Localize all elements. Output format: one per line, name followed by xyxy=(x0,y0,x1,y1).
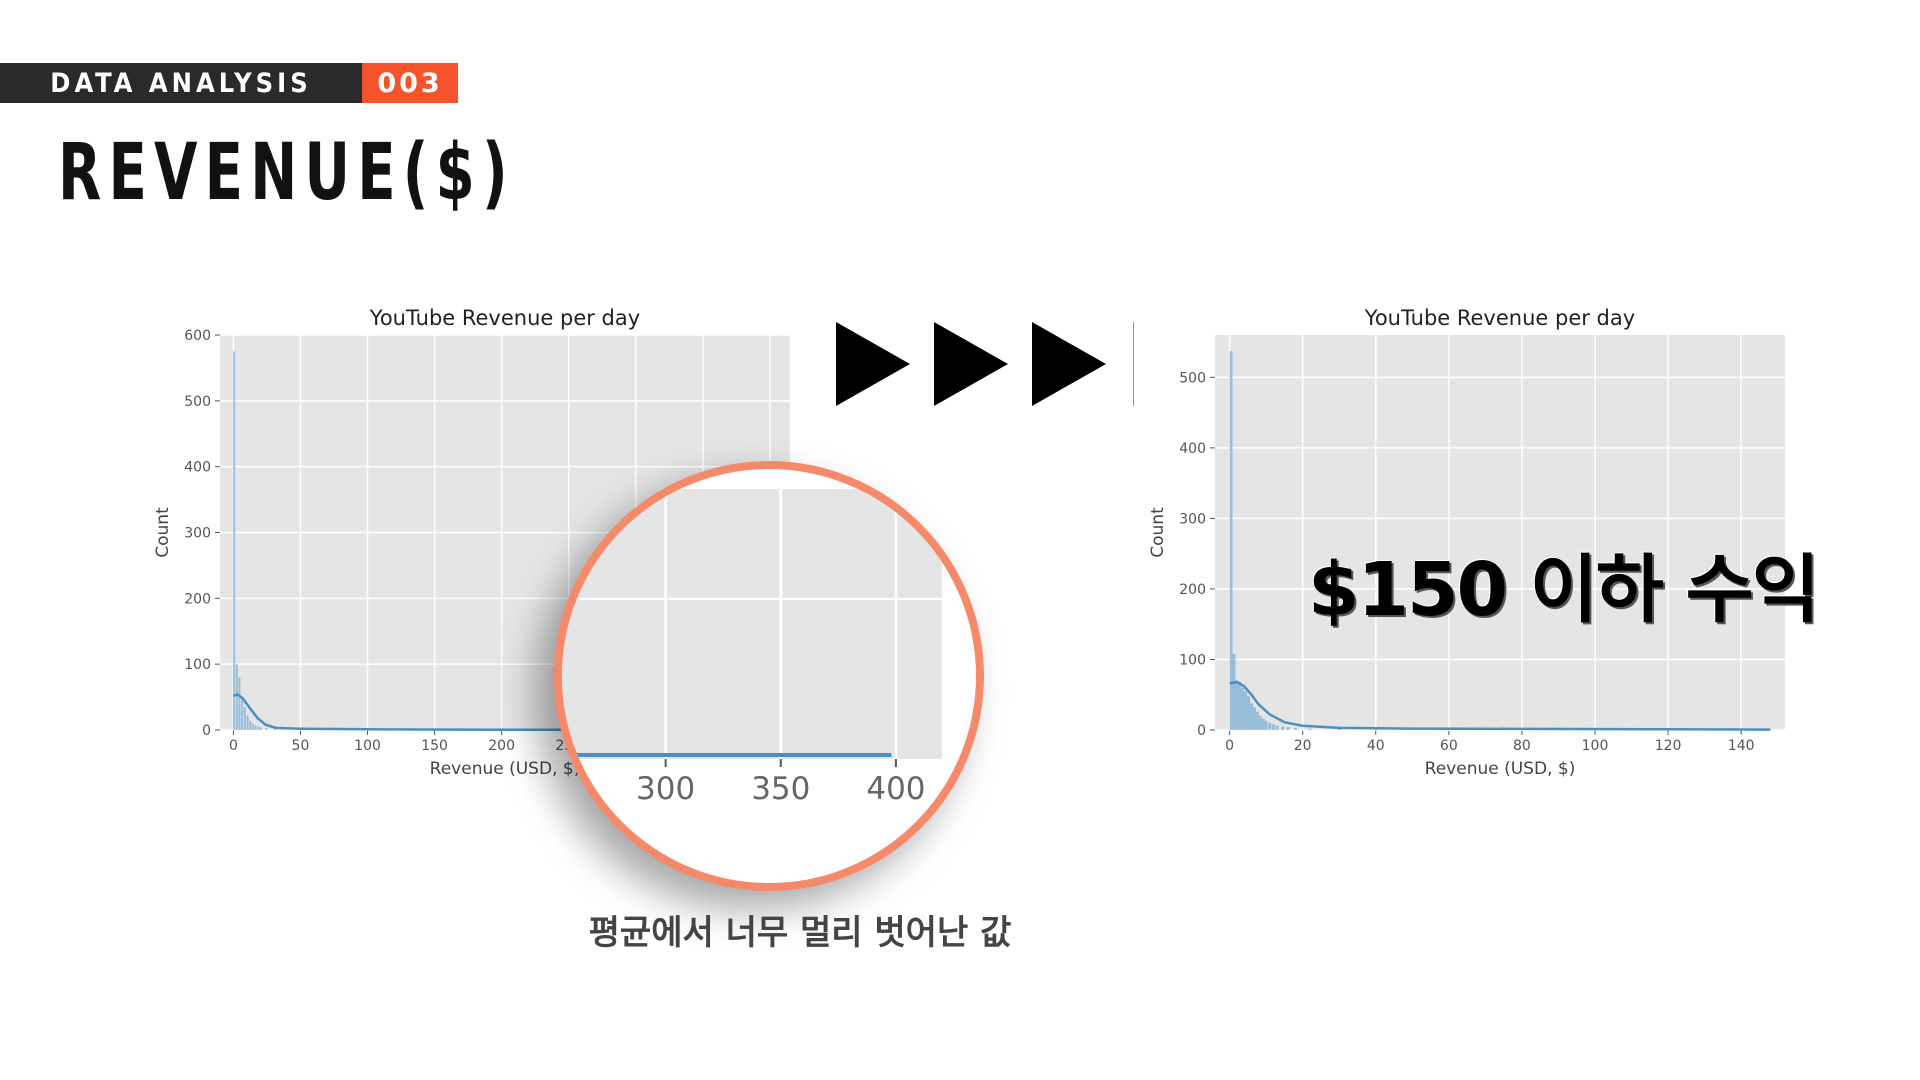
y-tick-label: 300 xyxy=(1179,511,1206,527)
histogram-bar xyxy=(243,706,246,730)
y-axis-label: Count xyxy=(1148,507,1168,558)
histogram-bar xyxy=(1229,351,1233,730)
histogram-bar xyxy=(1271,724,1275,730)
page-title: REVENUE($) xyxy=(58,128,515,218)
y-tick-label: 0 xyxy=(202,723,211,739)
x-tick-label: 50 xyxy=(292,738,310,754)
histogram-bar xyxy=(1268,722,1272,730)
play-arrow-icon xyxy=(1032,322,1106,406)
y-tick-label: 500 xyxy=(184,394,211,410)
histogram-bar xyxy=(1247,696,1251,730)
histogram-bar xyxy=(1238,682,1242,730)
histogram-bar xyxy=(265,728,268,730)
histogram-bar xyxy=(1235,680,1239,730)
divider xyxy=(1133,322,1134,406)
histogram-bar xyxy=(1286,727,1290,730)
histogram-bar xyxy=(235,664,238,730)
histogram-bar xyxy=(1252,707,1256,730)
histogram-bar xyxy=(1308,728,1312,730)
histogram-bar xyxy=(257,726,260,730)
x-tick-label: 60 xyxy=(1440,738,1458,754)
histogram-bar xyxy=(1244,691,1248,730)
zoom-inset: 300 350 400 xyxy=(562,489,942,807)
arrow-group xyxy=(836,322,1106,406)
play-arrow-icon xyxy=(934,322,1008,406)
histogram-bar xyxy=(233,351,236,730)
section-number: 003 xyxy=(362,63,458,103)
y-tick-label: 400 xyxy=(184,460,211,476)
zoom-x-tick-label: 300 xyxy=(636,771,695,807)
x-tick-label: 140 xyxy=(1728,738,1755,754)
y-tick-label: 400 xyxy=(1179,441,1206,457)
zoom-magnifier: 300 350 400 xyxy=(554,461,984,891)
zoom-x-tick-label: 350 xyxy=(751,771,810,807)
y-tick-label: 600 xyxy=(184,328,211,344)
histogram-bar xyxy=(1258,715,1262,730)
chart-title: YouTube Revenue per day xyxy=(1364,306,1635,330)
play-arrow-icon xyxy=(836,322,910,406)
histogram-bar xyxy=(1293,727,1297,730)
y-tick-label: 200 xyxy=(184,591,211,607)
histogram-bar xyxy=(251,723,254,730)
x-axis-label: Revenue (USD, $) xyxy=(1425,759,1576,779)
x-tick-label: 150 xyxy=(421,738,448,754)
histogram-bar xyxy=(241,697,244,730)
histogram-bar xyxy=(1250,703,1254,730)
histogram-bar xyxy=(238,677,241,730)
x-tick-label: 100 xyxy=(354,738,381,754)
zoom-x-tick-label: 400 xyxy=(866,771,925,807)
histogram-bar xyxy=(1281,726,1285,730)
x-tick-label: 200 xyxy=(488,738,515,754)
histogram-bar xyxy=(1261,718,1265,730)
section-label: DATA ANALYSIS xyxy=(0,63,362,103)
chart-title: YouTube Revenue per day xyxy=(369,306,640,330)
histogram-bar xyxy=(1232,653,1236,730)
x-tick-label: 0 xyxy=(1225,738,1234,754)
histogram-bar xyxy=(259,727,262,730)
histogram-bar xyxy=(1264,720,1268,730)
zoom-plot-background xyxy=(562,489,942,759)
x-tick-label: 40 xyxy=(1367,738,1385,754)
histogram-bar xyxy=(1255,711,1259,730)
x-tick-label: 20 xyxy=(1294,738,1312,754)
x-tick-label: 120 xyxy=(1655,738,1682,754)
y-tick-label: 0 xyxy=(1197,723,1206,739)
y-tick-label: 200 xyxy=(1179,582,1206,598)
x-tick-label: 100 xyxy=(1582,738,1609,754)
y-axis-label: Count xyxy=(153,507,173,558)
y-tick-label: 500 xyxy=(1179,370,1206,386)
x-tick-label: 80 xyxy=(1513,738,1531,754)
filter-note: $150 이하 수익 xyxy=(1308,547,1820,633)
y-tick-label: 300 xyxy=(184,526,211,542)
histogram-bar xyxy=(1241,687,1245,730)
x-axis-label: Revenue (USD, $) xyxy=(430,759,581,779)
y-tick-label: 100 xyxy=(1179,652,1206,668)
y-tick-label: 100 xyxy=(184,657,211,673)
histogram-bar xyxy=(246,715,249,730)
outlier-caption: 평균에서 너무 멀리 벗어난 값 xyxy=(588,913,1012,953)
histogram-bar xyxy=(1275,725,1279,730)
histogram-bar xyxy=(249,720,252,730)
x-tick-label: 0 xyxy=(229,738,238,754)
histogram-bar xyxy=(254,725,257,730)
